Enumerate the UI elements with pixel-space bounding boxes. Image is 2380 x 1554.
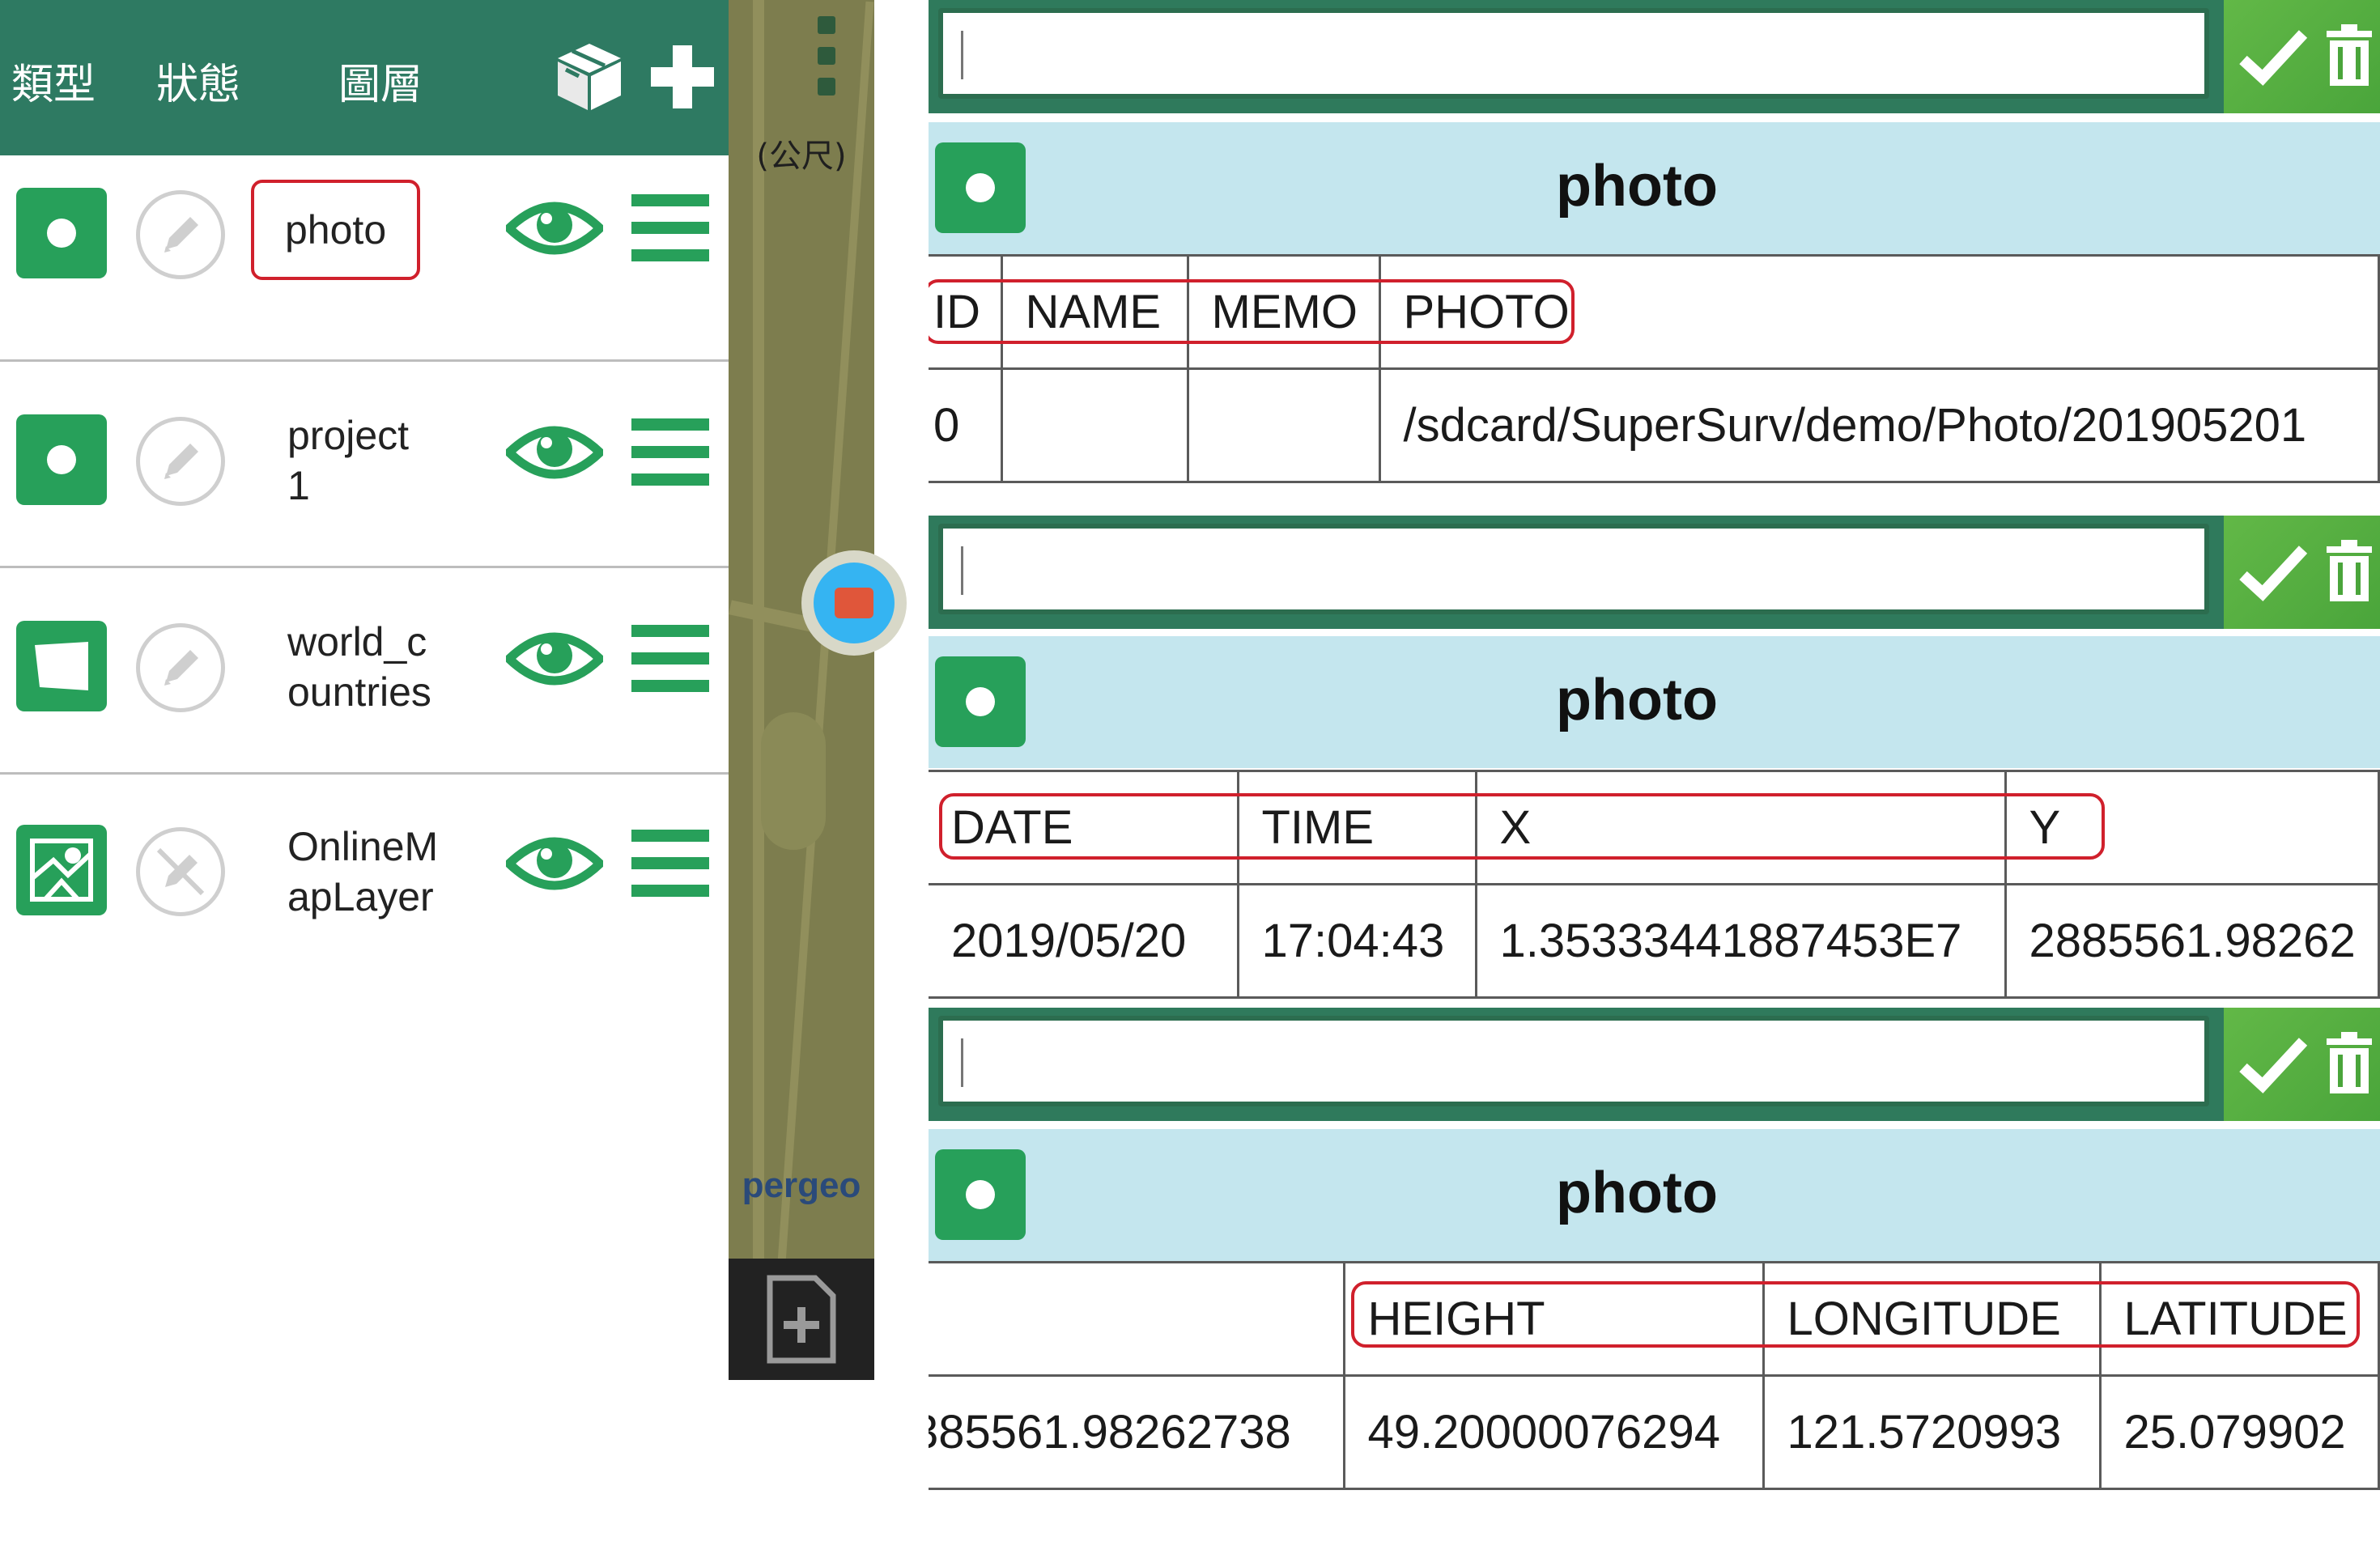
search-input[interactable]: [938, 8, 2209, 99]
form-title-bar: photo: [929, 122, 2380, 254]
online-map-layer-icon: [16, 825, 107, 915]
table-row: 0 /sdcard/SuperSurv/demo/Photo/201905201: [929, 367, 2380, 483]
attribute-value[interactable]: 25.079902: [2098, 1374, 2380, 1490]
table-header-row: ID NAME MEMO PHOTO: [929, 254, 2380, 370]
edit-pencil-icon[interactable]: [136, 417, 225, 506]
layer-row[interactable]: OnlineM apLayer: [0, 775, 729, 981]
table-row: 2019/05/20 17:04:43 1.35333441887453E7 2…: [929, 883, 2380, 999]
point-layer-icon: [16, 188, 107, 278]
layer-row[interactable]: world_c ountries: [0, 568, 729, 775]
package-icon[interactable]: [555, 40, 624, 113]
attribute-value[interactable]: [1000, 367, 1189, 483]
layer-name: world_c ountries: [287, 619, 431, 715]
table-header-row: HEIGHT LONGITUDE LATITUDE: [929, 1261, 2380, 1377]
column-header: MEMO: [1186, 254, 1381, 370]
trash-icon[interactable]: [2325, 540, 2374, 603]
table-header-row: DATE TIME X Y: [929, 770, 2380, 885]
column-header: TIME: [1236, 770, 1477, 885]
layer-panel-header: 類型 狀態 圖層: [0, 0, 729, 155]
text-caret: [961, 546, 963, 595]
eye-icon[interactable]: [506, 626, 603, 691]
attribute-value[interactable]: [1186, 367, 1381, 483]
column-header: X: [1474, 770, 2007, 885]
search-bar: [929, 0, 2380, 113]
point-layer-icon: [16, 414, 107, 505]
edit-disabled-icon[interactable]: [136, 827, 225, 916]
toolbox-icon: [835, 588, 873, 618]
check-icon[interactable]: [2238, 28, 2308, 86]
form-title-bar: photo: [929, 636, 2380, 768]
add-layer-icon[interactable]: [648, 42, 717, 112]
map-brand-logo: pergeo: [742, 1166, 861, 1205]
form-title: photo: [1556, 154, 1718, 219]
polygon-layer-icon: [16, 621, 107, 711]
drag-handle-icon[interactable]: [631, 418, 709, 501]
layer-row[interactable]: project 1: [0, 362, 729, 568]
map-view[interactable]: (公尺) pergeo: [729, 0, 874, 1380]
drag-handle-icon[interactable]: [631, 625, 709, 707]
toolbox-button[interactable]: [801, 550, 907, 656]
attribute-value[interactable]: 121.5720993: [1762, 1374, 2102, 1490]
check-icon[interactable]: [2238, 1035, 2308, 1093]
column-header: LONGITUDE: [1762, 1261, 2102, 1377]
edit-pencil-icon[interactable]: [136, 623, 225, 712]
new-document-icon[interactable]: [765, 1275, 838, 1364]
map-overflow-menu-icon[interactable]: [818, 16, 835, 108]
column-header: Y: [2004, 770, 2380, 885]
check-icon[interactable]: [2238, 543, 2308, 601]
attribute-value[interactable]: 2885561.98262: [2004, 883, 2380, 999]
eye-icon[interactable]: [506, 420, 603, 485]
form-title: photo: [1556, 668, 1718, 732]
column-header: ID: [929, 254, 1003, 370]
column-header: DATE: [929, 770, 1239, 885]
eye-icon[interactable]: [506, 831, 603, 896]
attribute-value[interactable]: 49.20000076294: [1342, 1374, 1765, 1490]
search-input[interactable]: [938, 1016, 2209, 1106]
attribute-table: HEIGHT LONGITUDE LATITUDE 385561.9826273…: [929, 1261, 2380, 1490]
attribute-table: ID NAME MEMO PHOTO 0 /sdcard/SuperSurv/d…: [929, 254, 2380, 483]
form-title-bar: photo: [929, 1129, 2380, 1261]
search-input[interactable]: [938, 524, 2209, 614]
attribute-value[interactable]: 385561.98262738: [929, 1374, 1345, 1490]
attribute-value[interactable]: 0: [929, 367, 1003, 483]
map-footer-bar: [729, 1259, 874, 1380]
tab-type[interactable]: 類型: [11, 50, 96, 111]
column-header: [929, 1261, 1345, 1377]
column-header: LATITUDE: [2098, 1261, 2380, 1377]
search-bar: [929, 516, 2380, 629]
text-caret: [961, 1038, 963, 1087]
attribute-value[interactable]: /sdcard/SuperSurv/demo/Photo/201905201: [1378, 367, 2380, 483]
layer-name: project 1: [287, 413, 410, 508]
attribute-table: DATE TIME X Y 2019/05/20 17:04:43 1.3533…: [929, 770, 2380, 999]
table-row: 385561.98262738 49.20000076294 121.57209…: [929, 1374, 2380, 1490]
eye-icon[interactable]: [506, 196, 603, 261]
tab-status[interactable]: 狀態: [156, 50, 240, 111]
text-caret: [961, 31, 963, 79]
attribute-value[interactable]: 1.35333441887453E7: [1474, 883, 2007, 999]
layer-name: photo: [251, 180, 421, 280]
map-scale-label: (公尺): [756, 138, 847, 175]
layer-name: OnlineM apLayer: [287, 824, 439, 919]
search-bar: [929, 1008, 2380, 1121]
form-title: photo: [1556, 1161, 1718, 1225]
column-header: PHOTO: [1378, 254, 2380, 370]
search-actions: [2224, 0, 2380, 113]
attribute-value[interactable]: 17:04:43: [1236, 883, 1477, 999]
layer-panel: 類型 狀態 圖層 photo project 1 world_c ountrie…: [0, 0, 729, 1554]
drag-handle-icon[interactable]: [631, 830, 709, 912]
trash-icon[interactable]: [2325, 1032, 2374, 1095]
layer-row[interactable]: photo: [0, 155, 729, 362]
attribute-value[interactable]: 2019/05/20: [929, 883, 1239, 999]
column-header: HEIGHT: [1342, 1261, 1765, 1377]
search-actions: [2224, 516, 2380, 629]
trash-icon[interactable]: [2325, 24, 2374, 87]
edit-pencil-icon[interactable]: [136, 190, 225, 279]
drag-handle-icon[interactable]: [631, 194, 709, 277]
column-header: NAME: [1000, 254, 1189, 370]
attribute-forms: photo ID NAME MEMO PHOTO 0 /sdcard/Super…: [929, 0, 2380, 1554]
tab-layer[interactable]: 圖層: [338, 50, 423, 111]
search-actions: [2224, 1008, 2380, 1121]
